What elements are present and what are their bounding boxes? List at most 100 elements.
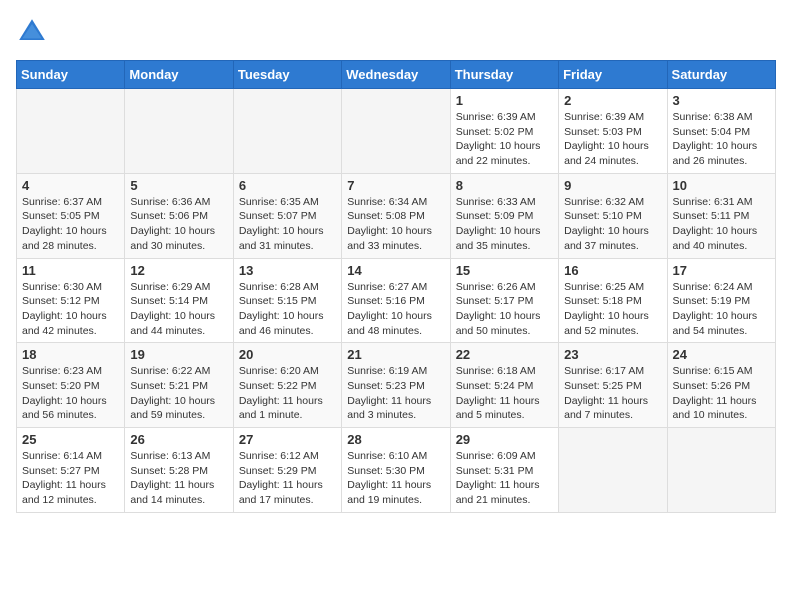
cell-content: Sunrise: 6:39 AM Sunset: 5:03 PM Dayligh… [564, 110, 661, 169]
calendar-cell: 14 Sunrise: 6:27 AM Sunset: 5:16 PM Dayli… [342, 258, 450, 343]
calendar-cell: 5 Sunrise: 6:36 AM Sunset: 5:06 PM Daylig… [125, 173, 233, 258]
weekday-header-sunday: Sunday [17, 61, 125, 89]
cell-content: Sunrise: 6:10 AM Sunset: 5:30 PM Dayligh… [347, 449, 444, 508]
cell-content: Sunrise: 6:13 AM Sunset: 5:28 PM Dayligh… [130, 449, 227, 508]
logo-icon [16, 16, 48, 48]
calendar-cell: 29 Sunrise: 6:09 AM Sunset: 5:31 PM Dayli… [450, 428, 558, 513]
day-number: 21 [347, 347, 444, 362]
day-number: 3 [673, 93, 770, 108]
calendar-cell [125, 89, 233, 174]
day-number: 19 [130, 347, 227, 362]
calendar-cell: 25 Sunrise: 6:14 AM Sunset: 5:27 PM Dayli… [17, 428, 125, 513]
calendar-cell: 4 Sunrise: 6:37 AM Sunset: 5:05 PM Daylig… [17, 173, 125, 258]
day-number: 6 [239, 178, 336, 193]
day-number: 4 [22, 178, 119, 193]
cell-content: Sunrise: 6:29 AM Sunset: 5:14 PM Dayligh… [130, 280, 227, 339]
calendar-week-row: 11 Sunrise: 6:30 AM Sunset: 5:12 PM Dayli… [17, 258, 776, 343]
calendar-cell: 2 Sunrise: 6:39 AM Sunset: 5:03 PM Daylig… [559, 89, 667, 174]
calendar-cell: 12 Sunrise: 6:29 AM Sunset: 5:14 PM Dayli… [125, 258, 233, 343]
cell-content: Sunrise: 6:17 AM Sunset: 5:25 PM Dayligh… [564, 364, 661, 423]
day-number: 9 [564, 178, 661, 193]
day-number: 2 [564, 93, 661, 108]
calendar-cell: 7Sunrise: 6:34 AM Sunset: 5:08 PM Daylig… [342, 173, 450, 258]
calendar-cell: 28 Sunrise: 6:10 AM Sunset: 5:30 PM Dayli… [342, 428, 450, 513]
day-number: 27 [239, 432, 336, 447]
cell-content: Sunrise: 6:15 AM Sunset: 5:26 PM Dayligh… [673, 364, 770, 423]
calendar-cell: 18 Sunrise: 6:23 AM Sunset: 5:20 PM Dayli… [17, 343, 125, 428]
day-number: 14 [347, 263, 444, 278]
weekday-header-monday: Monday [125, 61, 233, 89]
cell-content: Sunrise: 6:27 AM Sunset: 5:16 PM Dayligh… [347, 280, 444, 339]
calendar-cell: 21 Sunrise: 6:19 AM Sunset: 5:23 PM Dayli… [342, 343, 450, 428]
cell-content: Sunrise: 6:14 AM Sunset: 5:27 PM Dayligh… [22, 449, 119, 508]
calendar-cell: 9 Sunrise: 6:32 AM Sunset: 5:10 PM Daylig… [559, 173, 667, 258]
calendar-cell: 22 Sunrise: 6:18 AM Sunset: 5:24 PM Dayli… [450, 343, 558, 428]
calendar-cell: 17 Sunrise: 6:24 AM Sunset: 5:19 PM Dayli… [667, 258, 775, 343]
cell-content: Sunrise: 6:30 AM Sunset: 5:12 PM Dayligh… [22, 280, 119, 339]
weekday-header-wednesday: Wednesday [342, 61, 450, 89]
cell-content: Sunrise: 6:12 AM Sunset: 5:29 PM Dayligh… [239, 449, 336, 508]
calendar-cell [342, 89, 450, 174]
logo [16, 16, 52, 48]
cell-content: Sunrise: 6:23 AM Sunset: 5:20 PM Dayligh… [22, 364, 119, 423]
day-number: 23 [564, 347, 661, 362]
day-number: 12 [130, 263, 227, 278]
calendar-cell [667, 428, 775, 513]
day-number: 8 [456, 178, 553, 193]
day-number: 26 [130, 432, 227, 447]
day-number: 24 [673, 347, 770, 362]
cell-content: Sunrise: 6:22 AM Sunset: 5:21 PM Dayligh… [130, 364, 227, 423]
calendar-cell: 27 Sunrise: 6:12 AM Sunset: 5:29 PM Dayli… [233, 428, 341, 513]
cell-content: Sunrise: 6:28 AM Sunset: 5:15 PM Dayligh… [239, 280, 336, 339]
day-number: 13 [239, 263, 336, 278]
weekday-header-tuesday: Tuesday [233, 61, 341, 89]
day-number: 5 [130, 178, 227, 193]
cell-content: Sunrise: 6:32 AM Sunset: 5:10 PM Dayligh… [564, 195, 661, 254]
calendar-cell: 19 Sunrise: 6:22 AM Sunset: 5:21 PM Dayli… [125, 343, 233, 428]
calendar-cell: 15Sunrise: 6:26 AM Sunset: 5:17 PM Dayli… [450, 258, 558, 343]
calendar-cell: 10 Sunrise: 6:31 AM Sunset: 5:11 PM Dayli… [667, 173, 775, 258]
cell-content: Sunrise: 6:37 AM Sunset: 5:05 PM Dayligh… [22, 195, 119, 254]
cell-content: Sunrise: 6:09 AM Sunset: 5:31 PM Dayligh… [456, 449, 553, 508]
weekday-header-saturday: Saturday [667, 61, 775, 89]
calendar-header-row: SundayMondayTuesdayWednesdayThursdayFrid… [17, 61, 776, 89]
day-number: 29 [456, 432, 553, 447]
cell-content: Sunrise: 6:26 AM Sunset: 5:17 PM Dayligh… [456, 280, 553, 339]
day-number: 28 [347, 432, 444, 447]
page-header [16, 16, 776, 48]
cell-content: Sunrise: 6:20 AM Sunset: 5:22 PM Dayligh… [239, 364, 336, 423]
calendar-cell: 23 Sunrise: 6:17 AM Sunset: 5:25 PM Dayli… [559, 343, 667, 428]
cell-content: Sunrise: 6:24 AM Sunset: 5:19 PM Dayligh… [673, 280, 770, 339]
calendar-week-row: 1 Sunrise: 6:39 AM Sunset: 5:02 PM Daylig… [17, 89, 776, 174]
calendar-cell: 24 Sunrise: 6:15 AM Sunset: 5:26 PM Dayli… [667, 343, 775, 428]
cell-content: Sunrise: 6:31 AM Sunset: 5:11 PM Dayligh… [673, 195, 770, 254]
cell-content: Sunrise: 6:36 AM Sunset: 5:06 PM Dayligh… [130, 195, 227, 254]
calendar-cell [559, 428, 667, 513]
calendar-cell: 3Sunrise: 6:38 AM Sunset: 5:04 PM Daylig… [667, 89, 775, 174]
cell-content: Sunrise: 6:33 AM Sunset: 5:09 PM Dayligh… [456, 195, 553, 254]
day-number: 18 [22, 347, 119, 362]
day-number: 16 [564, 263, 661, 278]
calendar-cell: 26 Sunrise: 6:13 AM Sunset: 5:28 PM Dayli… [125, 428, 233, 513]
calendar-cell: 16 Sunrise: 6:25 AM Sunset: 5:18 PM Dayli… [559, 258, 667, 343]
day-number: 22 [456, 347, 553, 362]
weekday-header-thursday: Thursday [450, 61, 558, 89]
day-number: 17 [673, 263, 770, 278]
cell-content: Sunrise: 6:18 AM Sunset: 5:24 PM Dayligh… [456, 364, 553, 423]
cell-content: Sunrise: 6:19 AM Sunset: 5:23 PM Dayligh… [347, 364, 444, 423]
calendar-cell: 1 Sunrise: 6:39 AM Sunset: 5:02 PM Daylig… [450, 89, 558, 174]
day-number: 25 [22, 432, 119, 447]
calendar-table: SundayMondayTuesdayWednesdayThursdayFrid… [16, 60, 776, 513]
day-number: 20 [239, 347, 336, 362]
calendar-cell: 13 Sunrise: 6:28 AM Sunset: 5:15 PM Dayli… [233, 258, 341, 343]
cell-content: Sunrise: 6:39 AM Sunset: 5:02 PM Dayligh… [456, 110, 553, 169]
calendar-week-row: 18 Sunrise: 6:23 AM Sunset: 5:20 PM Dayli… [17, 343, 776, 428]
day-number: 10 [673, 178, 770, 193]
calendar-cell: 11 Sunrise: 6:30 AM Sunset: 5:12 PM Dayli… [17, 258, 125, 343]
calendar-cell [233, 89, 341, 174]
calendar-cell: 8 Sunrise: 6:33 AM Sunset: 5:09 PM Daylig… [450, 173, 558, 258]
day-number: 1 [456, 93, 553, 108]
day-number: 11 [22, 263, 119, 278]
cell-content: Sunrise: 6:34 AM Sunset: 5:08 PM Dayligh… [347, 195, 444, 254]
cell-content: Sunrise: 6:25 AM Sunset: 5:18 PM Dayligh… [564, 280, 661, 339]
